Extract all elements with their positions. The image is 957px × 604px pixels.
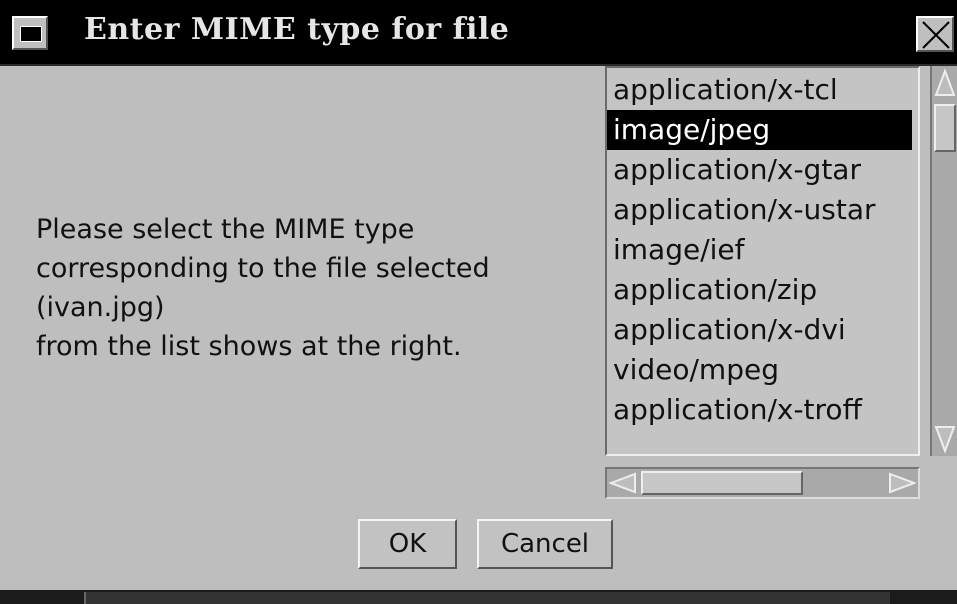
instruction-text: Please select the MIME type correspondin… xyxy=(36,210,490,366)
list-item[interactable]: application/x-gtar xyxy=(607,150,918,190)
arrow-down-icon[interactable] xyxy=(934,424,956,454)
window-bottom-frame xyxy=(0,590,957,604)
message-line: Please select the MIME type xyxy=(36,214,415,245)
list-item-selected[interactable]: image/jpeg xyxy=(607,110,912,150)
horizontal-scroll-thumb[interactable] xyxy=(641,471,803,495)
arrow-right-icon[interactable] xyxy=(888,472,916,494)
list-item[interactable]: video/mpeg xyxy=(607,350,918,390)
message-line: corresponding to the file selected xyxy=(36,253,490,284)
window-title: Enter MIME type for file xyxy=(84,12,510,47)
list-item[interactable]: application/zip xyxy=(607,270,918,310)
list-item[interactable]: application/x-troff xyxy=(607,390,918,430)
vertical-scroll-thumb[interactable] xyxy=(934,104,956,152)
close-icon[interactable] xyxy=(916,16,954,52)
arrow-left-icon[interactable] xyxy=(609,472,637,494)
message-line: (ivan.jpg) xyxy=(36,292,165,323)
vertical-scrollbar[interactable] xyxy=(930,66,957,456)
frame-segment xyxy=(84,592,890,604)
title-bar[interactable]: Enter MIME type for file xyxy=(0,0,957,66)
window-menu-icon[interactable] xyxy=(12,16,48,50)
message-line: from the list shows at the right. xyxy=(36,331,462,362)
list-item[interactable]: application/x-dvi xyxy=(607,310,918,350)
cancel-button[interactable]: Cancel xyxy=(477,519,613,569)
mime-type-list[interactable]: application/x-tcl image/jpeg application… xyxy=(605,66,920,456)
horizontal-scrollbar[interactable] xyxy=(605,467,920,499)
list-item[interactable]: application/x-ustar xyxy=(607,190,918,230)
dialog-body: Please select the MIME type correspondin… xyxy=(0,66,957,590)
ok-button[interactable]: OK xyxy=(358,519,457,569)
list-item[interactable]: application/x-tcl xyxy=(607,70,918,110)
list-item[interactable]: image/ief xyxy=(607,230,918,270)
arrow-up-icon[interactable] xyxy=(934,68,956,98)
